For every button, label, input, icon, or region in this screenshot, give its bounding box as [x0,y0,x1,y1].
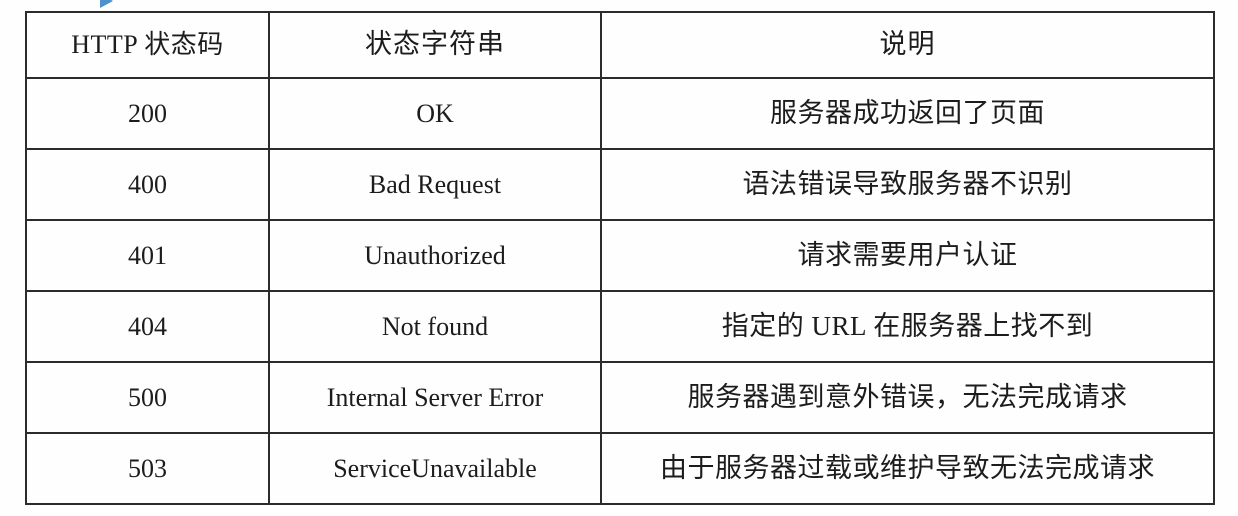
http-status-table: HTTP 状态码 状态字符串 说明 200 OK 服务器成功返回了页面 400 … [25,11,1215,505]
cell-description: 服务器成功返回了页面 [600,77,1215,150]
scanned-page: ———— —————— —— ——— ————— HTTP 状态码 状态字符串 … [0,0,1238,516]
table-body: 200 OK 服务器成功返回了页面 400 Bad Request 语法错误导致… [25,77,1215,505]
cell-description: 请求需要用户认证 [600,219,1215,292]
column-header-status-code: HTTP 状态码 [25,11,270,79]
cell-status-code: 500 [25,361,270,434]
blue-triangle-logo-icon [100,0,113,8]
page-header-strip: ———— —————— —— ——— ————— [0,0,1238,11]
table-header-row: HTTP 状态码 状态字符串 说明 [25,11,1215,79]
cell-status-code: 404 [25,290,270,363]
cell-status-string: Internal Server Error [268,361,602,434]
http-status-table-container: HTTP 状态码 状态字符串 说明 200 OK 服务器成功返回了页面 400 … [25,11,1215,505]
cell-status-string: ServiceUnavailable [268,432,602,505]
column-header-status-string: 状态字符串 [268,11,602,79]
header-strip-left-text: ———— —————— [122,0,298,6]
header-strip-right-text: —— ——— ————— [880,0,1062,6]
table-row: 500 Internal Server Error 服务器遇到意外错误，无法完成… [25,361,1215,434]
table-row: 401 Unauthorized 请求需要用户认证 [25,219,1215,292]
cell-status-code: 503 [25,432,270,505]
cell-description: 语法错误导致服务器不识别 [600,148,1215,221]
table-row: 400 Bad Request 语法错误导致服务器不识别 [25,148,1215,221]
cell-description: 指定的 URL 在服务器上找不到 [600,290,1215,363]
cell-status-code: 401 [25,219,270,292]
cell-status-string: OK [268,77,602,150]
table-row: 503 ServiceUnavailable 由于服务器过载或维护导致无法完成请… [25,432,1215,505]
cell-description: 由于服务器过载或维护导致无法完成请求 [600,432,1215,505]
cell-description: 服务器遇到意外错误，无法完成请求 [600,361,1215,434]
cell-status-string: Not found [268,290,602,363]
cell-status-string: Bad Request [268,148,602,221]
table-row: 200 OK 服务器成功返回了页面 [25,77,1215,150]
cell-status-code: 200 [25,77,270,150]
table-header: HTTP 状态码 状态字符串 说明 [25,11,1215,79]
cell-status-code: 400 [25,148,270,221]
cell-status-string: Unauthorized [268,219,602,292]
column-header-description: 说明 [600,11,1215,79]
table-row: 404 Not found 指定的 URL 在服务器上找不到 [25,290,1215,363]
